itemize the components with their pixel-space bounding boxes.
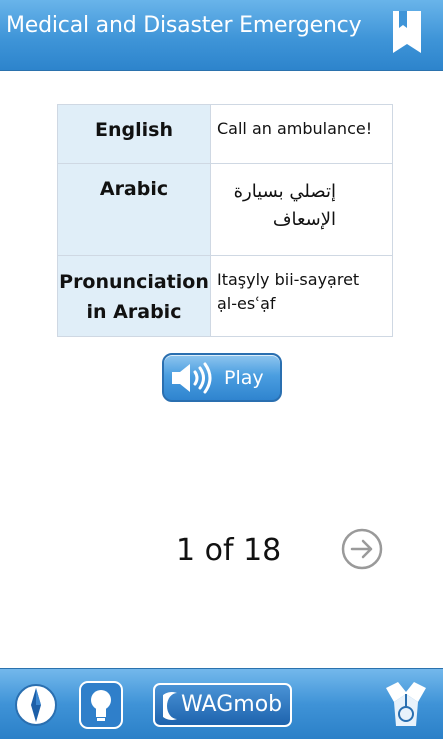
pronunciation-line1: Itaşyly bii-sayạret [217,270,360,289]
english-label: English [95,119,173,141]
lightbulb-icon [79,681,123,729]
row-value-arabic: إتصلي بسيارة الإسعاف [210,163,393,256]
doctor-button[interactable] [382,678,430,732]
english-phrase: Call an ambulance! [217,119,373,138]
compass-icon [15,684,57,726]
table-row: Pronunciation in Arabic Itaşyly bii-sayạ… [57,255,393,337]
pronunciation-label-line2: in Arabic [86,301,182,323]
bookmark-button[interactable] [387,8,427,56]
row-label-arabic: Arabic [57,163,211,256]
arabic-phrase: إتصلي بسيارة الإسعاف [233,181,336,230]
table-row: Arabic إتصلي بسيارة الإسعاف [57,163,393,256]
row-label-english: English [57,104,211,164]
pronunciation-phrase: Itaşyly bii-sayạret ạl-esʿạf [217,256,392,316]
phrase-table: English Call an ambulance! Arabic إتصلي … [57,104,393,337]
arabic-label: Arabic [99,178,169,200]
doctor-icon [386,682,426,726]
speaker-icon [172,362,212,394]
row-value-english: Call an ambulance! [210,104,393,164]
header-bar: Medical and Disaster Emergency [0,0,443,71]
wagmob-label: WAGmob [181,692,283,717]
pronunciation-label-line1: Pronunciation [59,271,209,293]
play-label: Play [224,367,264,389]
page-title: Medical and Disaster Emergency [6,13,362,38]
footer-bar: WAGmob [0,668,443,739]
next-button[interactable] [340,527,384,571]
table-row: English Call an ambulance! [57,104,393,164]
arrow-right-circle-icon [341,528,383,570]
tips-button[interactable] [78,680,124,730]
play-button[interactable]: Play [162,353,282,402]
bookmark-icon [393,11,421,53]
pronunciation-line2: ạl-esʿạf [217,294,276,313]
compass-button[interactable] [14,683,58,727]
page-counter: 1 of 18 [176,533,282,568]
wagmob-button[interactable]: WAGmob [153,683,292,727]
moon-logo-icon [163,692,177,720]
row-label-pronunciation: Pronunciation in Arabic [57,255,211,337]
row-value-pronunciation: Itaşyly bii-sayạret ạl-esʿạf [210,255,393,337]
